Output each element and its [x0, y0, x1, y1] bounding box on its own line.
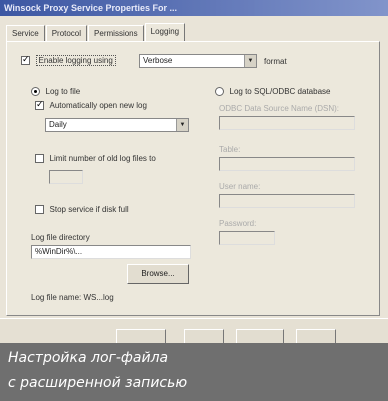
- enable-logging-row: Enable logging using: [21, 54, 116, 67]
- apply-button[interactable]: [236, 329, 284, 344]
- directory-input[interactable]: %WinDir%\...: [31, 245, 191, 259]
- chevron-down-icon: ▼: [244, 55, 256, 67]
- filename-label: Log file name: WS...log: [31, 293, 114, 302]
- directory-label: Log file directory: [31, 233, 90, 242]
- log-to-file-row: Log to file: [31, 86, 81, 97]
- auto-new-log-row: Automatically open new log: [35, 99, 147, 111]
- dialog-window: Winsock Proxy Service Properties For ...…: [0, 0, 388, 401]
- log-format-value: Verbose: [143, 56, 173, 65]
- tab-strip: Service Protocol Permissions Logging: [6, 23, 186, 42]
- log-period-value: Daily: [49, 120, 67, 129]
- window-title: Winsock Proxy Service Properties For ...: [0, 0, 388, 16]
- dsn-label: ODBC Data Source Name (DSN):: [219, 104, 340, 113]
- caption-line-1: Настройка лог-файла: [8, 350, 169, 366]
- stop-service-label: Stop service if disk full: [49, 205, 129, 215]
- table-label: Table:: [219, 145, 241, 154]
- username-label: User name:: [219, 182, 261, 191]
- log-to-file-label: Log to file: [45, 87, 81, 97]
- log-to-db-radio[interactable]: [215, 87, 224, 97]
- tab-service[interactable]: Service: [6, 25, 45, 42]
- log-to-db-row: Log to SQL/ODBC database: [215, 86, 331, 97]
- caption-line-2: с расширенной записью: [8, 375, 188, 391]
- log-to-file-radio[interactable]: [31, 87, 40, 97]
- dsn-field[interactable]: [219, 116, 355, 130]
- browse-button[interactable]: Browse...: [127, 264, 189, 284]
- limit-logs-field[interactable]: [49, 170, 83, 184]
- format-suffix-label: format: [264, 57, 287, 66]
- tab-logging[interactable]: Logging: [144, 23, 186, 42]
- stop-service-checkbox[interactable]: [35, 205, 44, 215]
- caption-box: Настройка лог-файла с расширенной запись…: [0, 343, 388, 401]
- password-label: Password:: [219, 219, 257, 228]
- chevron-down-icon: ▼: [176, 119, 188, 131]
- tab-protocol[interactable]: Protocol: [45, 25, 88, 42]
- username-field[interactable]: [219, 194, 355, 208]
- limit-logs-label: Limit number of old log files to: [49, 154, 156, 164]
- ok-button[interactable]: [116, 329, 166, 344]
- logging-panel: Enable logging using Verbose ▼ format Lo…: [6, 41, 380, 316]
- help-button[interactable]: [296, 329, 336, 344]
- auto-new-log-checkbox[interactable]: [35, 99, 44, 111]
- dialog-button-bar: [0, 318, 388, 344]
- enable-logging-label: Enable logging using: [35, 55, 116, 67]
- log-to-db-label: Log to SQL/ODBC database: [229, 87, 331, 97]
- enable-logging-checkbox[interactable]: [21, 54, 30, 66]
- auto-new-log-label: Automatically open new log: [49, 101, 147, 111]
- log-format-select[interactable]: Verbose ▼: [139, 54, 257, 68]
- table-field[interactable]: [219, 157, 355, 171]
- stop-service-row: Stop service if disk full: [35, 204, 129, 215]
- password-field[interactable]: [219, 231, 275, 245]
- limit-logs-row: Limit number of old log files to: [35, 153, 156, 164]
- limit-logs-checkbox[interactable]: [35, 154, 44, 164]
- log-period-select[interactable]: Daily ▼: [45, 118, 189, 132]
- tab-permissions[interactable]: Permissions: [88, 25, 144, 42]
- cancel-button[interactable]: [184, 329, 224, 344]
